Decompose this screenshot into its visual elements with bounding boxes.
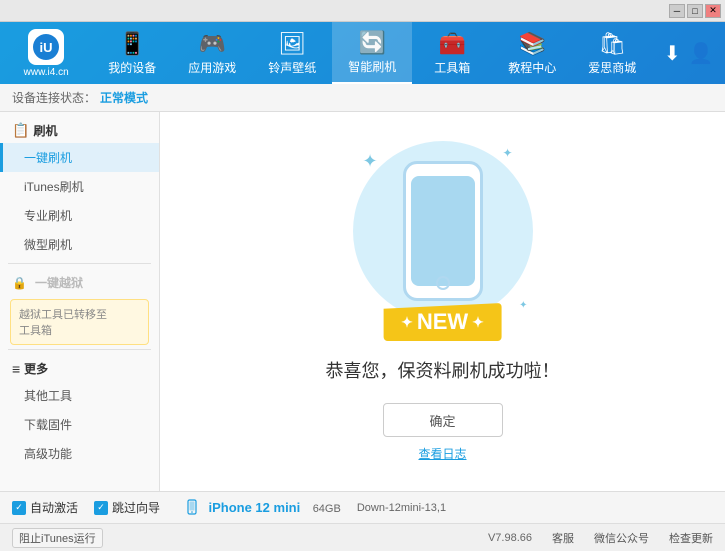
phone-screen (411, 176, 475, 286)
sidebar-group-flash: 📋 刷机 (0, 116, 159, 143)
sidebar-item-itunes-flash[interactable]: iTunes刷机 (0, 172, 159, 201)
logo-text: www.i4.cn (24, 67, 69, 78)
footer: 阻止iTunes运行 V7.98.66 客服 微信公众号 检查更新 (0, 523, 725, 551)
nav-item-wallpaper[interactable]: 🖼 铃声壁纸 (252, 22, 332, 84)
nav-icon-smart-flash: 🔄 (359, 30, 386, 56)
sidebar-item-mini-flash[interactable]: 微型刷机 (0, 230, 159, 259)
main-layout: 📋 刷机 一键刷机 iTunes刷机 专业刷机 微型刷机 🔒 一键越狱 越狱工具… (0, 112, 725, 491)
sidebar-divider-2 (8, 349, 151, 350)
new-badge: ✦ NEW ✦ (383, 303, 502, 341)
itunes-status-btn[interactable]: 阻止iTunes运行 (12, 528, 103, 548)
sidebar-group-jailbreak: 🔒 一键越狱 (0, 268, 159, 295)
footer-link-wechat[interactable]: 微信公众号 (594, 530, 649, 546)
phone-body (403, 161, 483, 301)
sparkle-3: ✦ (519, 300, 527, 311)
nav-label-apps-games: 应用游戏 (188, 59, 236, 76)
footer-link-support[interactable]: 客服 (552, 530, 574, 546)
more-group-icon: ≡ (12, 361, 20, 377)
nav-icon-apps-games: 🎮 (199, 31, 226, 57)
skip-wizard-check-icon[interactable]: ✓ (94, 501, 108, 515)
nav-label-toolbox: 工具箱 (434, 59, 470, 76)
header-right: ⬇ 👤 (652, 41, 725, 66)
wizard-link[interactable]: 查看日志 (418, 445, 466, 462)
footer-version: V7.98.66 (488, 532, 532, 544)
device-capacity: 64GB (313, 503, 341, 515)
nav-icon-my-device: 📱 (119, 31, 146, 57)
jailbreak-notice: 越狱工具已转移至工具箱 (10, 299, 149, 345)
nav-icon-tutorials: 📚 (519, 31, 546, 57)
nav-label-wallpaper: 铃声壁纸 (268, 59, 316, 76)
sidebar-item-advanced[interactable]: 高级功能 (0, 439, 159, 468)
jailbreak-group-label: 一键越狱 (35, 274, 83, 291)
nav-label-my-device: 我的设备 (108, 59, 156, 76)
sidebar-item-onekey-flash[interactable]: 一键刷机 (0, 143, 159, 172)
minimize-btn[interactable]: ─ (669, 4, 685, 18)
flash-group-icon: 📋 (12, 122, 29, 139)
sidebar-divider-1 (8, 263, 151, 264)
status-value: 正常模式 (100, 89, 148, 106)
nav-icon-toolbox: 🧰 (439, 31, 466, 57)
user-icon[interactable]: 👤 (689, 41, 714, 66)
auto-activate-checkbox[interactable]: ✓ 自动激活 (12, 499, 78, 516)
nav-item-my-device[interactable]: 📱 我的设备 (92, 22, 172, 84)
nav-icon-shop: 🛍 (598, 31, 626, 57)
nav-items: 📱 我的设备 🎮 应用游戏 🖼 铃声壁纸 🔄 智能刷机 🧰 工具箱 📚 教程中心 🛍 爱思商城 (92, 22, 652, 84)
flash-group-label: 刷机 (33, 122, 57, 139)
device-version: Down-12mini-13,1 (357, 502, 446, 514)
nav-item-tutorials[interactable]: 📚 教程中心 (492, 22, 572, 84)
phone-button (436, 276, 450, 290)
footer-right: V7.98.66 客服 微信公众号 检查更新 (488, 530, 713, 546)
logo-area: iU www.i4.cn (0, 22, 92, 84)
confirm-button[interactable]: 确定 (383, 403, 503, 437)
header: iU www.i4.cn 📱 我的设备 🎮 应用游戏 🖼 铃声壁纸 🔄 智能刷机 🧰 工具箱 📚 教程… (0, 22, 725, 84)
auto-activate-label: 自动激活 (30, 499, 78, 516)
lock-icon: 🔒 (12, 276, 27, 290)
new-star-left: ✦ (401, 314, 413, 331)
nav-icon-wallpaper: 🖼 (278, 31, 306, 57)
nav-item-apps-games[interactable]: 🎮 应用游戏 (172, 22, 252, 84)
footer-left: 阻止iTunes运行 (12, 528, 488, 548)
skip-wizard-checkbox[interactable]: ✓ 跳过向导 (94, 499, 160, 516)
status-bar: 设备连接状态： 正常模式 (0, 84, 725, 112)
phone-illustration: ✦ ✦ ✦ ✦ NEW ✦ (353, 141, 533, 341)
device-info: iPhone 12 mini 64GB (184, 499, 341, 517)
sparkle-1: ✦ (363, 151, 378, 172)
sidebar-item-pro-flash[interactable]: 专业刷机 (0, 201, 159, 230)
title-bar: ─ □ ✕ (0, 0, 725, 22)
auto-activate-check-icon[interactable]: ✓ (12, 501, 26, 515)
nav-label-shop: 爱思商城 (588, 59, 636, 76)
sparkle-2: ✦ (502, 146, 512, 160)
status-label: 设备连接状态： (12, 89, 96, 106)
sidebar-item-download-firmware[interactable]: 下载固件 (0, 410, 159, 439)
svg-text:iU: iU (40, 40, 53, 55)
download-icon[interactable]: ⬇ (664, 41, 681, 66)
device-phone-icon (184, 499, 200, 515)
more-group-label: 更多 (24, 360, 48, 377)
footer-link-update[interactable]: 检查更新 (669, 530, 713, 546)
nav-item-shop[interactable]: 🛍 爱思商城 (572, 22, 652, 84)
sidebar-item-other-tools[interactable]: 其他工具 (0, 381, 159, 410)
nav-label-tutorials: 教程中心 (508, 59, 556, 76)
new-badge-text: NEW (417, 309, 468, 335)
success-text: 恭喜您，保资料刷机成功啦！ (326, 357, 560, 383)
nav-item-toolbox[interactable]: 🧰 工具箱 (412, 22, 492, 84)
skip-wizard-label: 跳过向导 (112, 499, 160, 516)
device-name: iPhone 12 mini (208, 500, 300, 515)
logo-icon: iU (28, 29, 64, 65)
new-star-right: ✦ (472, 314, 484, 331)
close-btn[interactable]: ✕ (705, 4, 721, 18)
maximize-btn[interactable]: □ (687, 4, 703, 18)
nav-label-smart-flash: 智能刷机 (348, 58, 396, 75)
device-bar: ✓ 自动激活 ✓ 跳过向导 iPhone 12 mini 64GB Down-1… (0, 491, 725, 523)
sidebar-group-more: ≡ 更多 (0, 354, 159, 381)
content-area: ✦ ✦ ✦ ✦ NEW ✦ 恭喜您，保资料刷机成功啦！ 确定 查看日志 (160, 112, 725, 491)
sidebar: 📋 刷机 一键刷机 iTunes刷机 专业刷机 微型刷机 🔒 一键越狱 越狱工具… (0, 112, 160, 491)
nav-item-smart-flash[interactable]: 🔄 智能刷机 (332, 22, 412, 84)
